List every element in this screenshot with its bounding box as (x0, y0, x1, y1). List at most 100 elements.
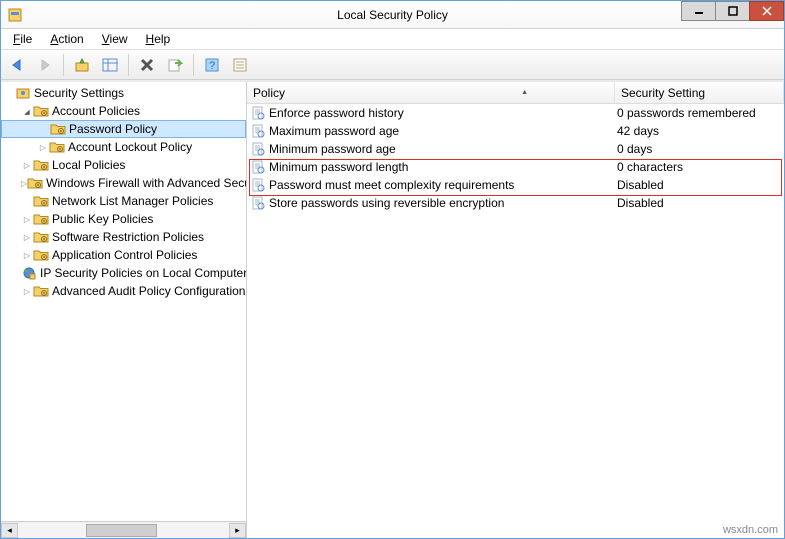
export-button[interactable] (163, 53, 187, 77)
up-button[interactable] (70, 53, 94, 77)
menu-view[interactable]: View (94, 30, 136, 48)
close-button[interactable] (749, 1, 784, 21)
separator (128, 54, 129, 76)
scroll-track[interactable] (18, 523, 229, 538)
policy-icon (251, 106, 265, 120)
svg-text:?: ? (209, 60, 215, 72)
policy-icon (251, 142, 265, 156)
policy-icon (251, 124, 265, 138)
policy-name: Store passwords using reversible encrypt… (269, 196, 504, 210)
folder-icon (33, 248, 49, 262)
back-button[interactable] (5, 53, 29, 77)
tree-item[interactable]: Account Lockout Policy (1, 138, 246, 156)
policy-name: Minimum password length (269, 160, 408, 174)
tree-item-label: IP Security Policies on Local Computer (40, 266, 246, 280)
policy-setting: 0 passwords remembered (617, 106, 756, 120)
tree-item[interactable]: Advanced Audit Policy Configuration (1, 282, 246, 300)
tree-item-label: Software Restriction Policies (52, 230, 204, 244)
separator (63, 54, 64, 76)
policy-row[interactable]: Store passwords using reversible encrypt… (247, 194, 784, 212)
folder-icon (33, 212, 49, 226)
tree-item[interactable]: Network List Manager Policies (1, 192, 246, 210)
tree-item-label: Windows Firewall with Advanced Security (46, 176, 246, 190)
list-pane: Policy ▲ Security Setting Enforce passwo… (247, 82, 784, 538)
separator (193, 54, 194, 76)
tree-item-label: Password Policy (69, 122, 157, 136)
policy-icon (251, 160, 265, 174)
policy-icon (251, 196, 265, 210)
forward-button[interactable] (33, 53, 57, 77)
menu-action[interactable]: Action (42, 30, 91, 48)
folder-icon (33, 284, 49, 298)
toolbar: ? (1, 50, 784, 80)
policy-row[interactable]: Minimum password length 0 characters (247, 158, 784, 176)
titlebar: Local Security Policy (1, 1, 784, 29)
list-header: Policy ▲ Security Setting (247, 82, 784, 104)
window-controls (682, 1, 784, 21)
tree-item-label: Account Lockout Policy (68, 140, 192, 154)
folder-icon (33, 230, 49, 244)
window-title: Local Security Policy (337, 8, 448, 22)
horizontal-scrollbar[interactable]: ◂ ▸ (1, 521, 246, 538)
expander-closed-icon[interactable] (21, 286, 33, 297)
policy-row[interactable]: Minimum password age0 days (247, 140, 784, 158)
tree-item[interactable]: Software Restriction Policies (1, 228, 246, 246)
expander-open-icon[interactable] (21, 106, 33, 117)
watermark: wsxdn.com (723, 524, 778, 536)
scroll-thumb[interactable] (86, 524, 158, 537)
tree-item-label: Advanced Audit Policy Configuration (52, 284, 245, 298)
column-header-policy[interactable]: Policy ▲ (247, 82, 615, 103)
help-button[interactable]: ? (200, 53, 224, 77)
policy-name: Password must meet complexity requiremen… (269, 178, 514, 192)
security-settings-icon (15, 86, 31, 100)
tree-item[interactable]: Local Policies (1, 156, 246, 174)
policy-setting: 0 days (617, 142, 652, 156)
expander-closed-icon[interactable] (21, 160, 33, 171)
app-icon (7, 7, 23, 23)
policy-name: Maximum password age (269, 124, 399, 138)
folder-icon (33, 104, 49, 118)
tree-item[interactable]: Application Control Policies (1, 246, 246, 264)
column-header-policy-label: Policy (253, 86, 285, 100)
tree-item[interactable]: IP Security Policies on Local Computer (1, 264, 246, 282)
policy-setting: Disabled (617, 178, 664, 192)
tree-item-label: Application Control Policies (52, 248, 197, 262)
maximize-button[interactable] (715, 1, 750, 21)
expander-closed-icon[interactable] (21, 232, 33, 243)
list-body: Enforce password history 0 passwords reme… (247, 104, 784, 538)
ipsec-icon (21, 266, 37, 280)
scroll-right-button[interactable]: ▸ (229, 523, 246, 538)
tree-item[interactable]: Account Policies (1, 102, 246, 120)
column-header-setting-label: Security Setting (621, 86, 705, 100)
tree-item-label: Local Policies (52, 158, 125, 172)
policy-setting: Disabled (617, 196, 664, 210)
expander-closed-icon[interactable] (37, 142, 49, 153)
show-hide-tree-button[interactable] (98, 53, 122, 77)
tree-root[interactable]: Security Settings (1, 84, 246, 102)
folder-icon (50, 122, 66, 136)
tree-item-label: Account Policies (52, 104, 140, 118)
tree-item-label: Public Key Policies (52, 212, 153, 226)
folder-icon (33, 194, 49, 208)
expander-closed-icon[interactable] (21, 214, 33, 225)
content-area: Security Settings Account Policies Passwo… (1, 80, 784, 538)
minimize-button[interactable] (681, 1, 716, 21)
menu-file[interactable]: File (5, 30, 40, 48)
column-header-setting[interactable]: Security Setting (615, 82, 784, 103)
expander-closed-icon[interactable] (21, 250, 33, 261)
tree-item[interactable]: Public Key Policies (1, 210, 246, 228)
policy-name: Enforce password history (269, 106, 404, 120)
tree-root-label: Security Settings (34, 86, 124, 100)
menu-help[interactable]: Help (138, 30, 179, 48)
policy-row[interactable]: Maximum password age42 days (247, 122, 784, 140)
scroll-left-button[interactable]: ◂ (1, 523, 18, 538)
policy-row[interactable]: Password must meet complexity requiremen… (247, 176, 784, 194)
tree-item[interactable]: Windows Firewall with Advanced Security (1, 174, 246, 192)
policy-setting: 0 characters (617, 160, 683, 174)
tree-item[interactable]: Password Policy (1, 120, 246, 138)
policy-row[interactable]: Enforce password history 0 passwords reme… (247, 104, 784, 122)
delete-button[interactable] (135, 53, 159, 77)
properties-button[interactable] (228, 53, 252, 77)
tree-body: Security Settings Account Policies Passwo… (1, 82, 246, 521)
folder-icon (49, 140, 65, 154)
